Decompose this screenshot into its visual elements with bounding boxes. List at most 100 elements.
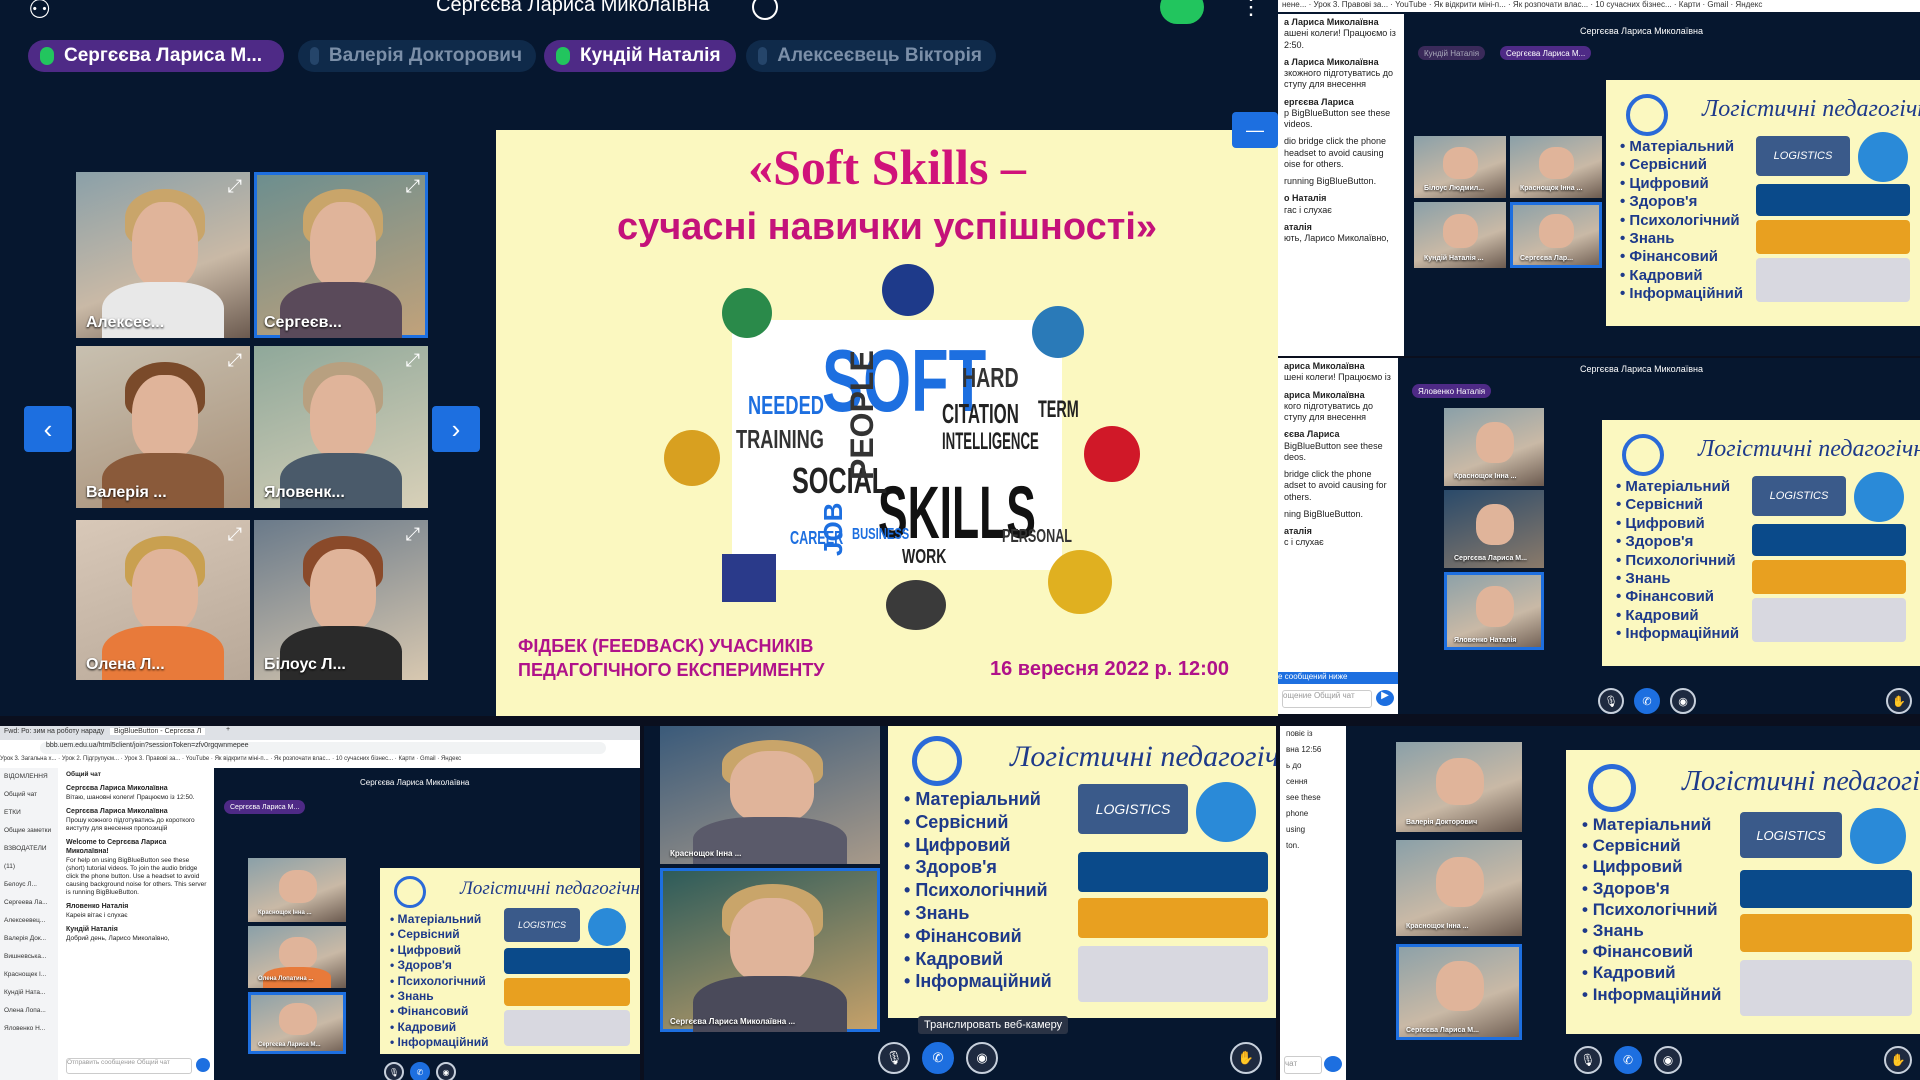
chat-message: а Лариса Миколаївна ашені колеги! Працюєм… [1284,17,1396,50]
video-tile[interactable]: ⤢ Сергеєв... [254,172,428,338]
raise-hand-button[interactable]: ✋ [1230,1042,1262,1074]
chat-message: ning BigBlueButton. [1284,508,1364,519]
chat-header: Общий чат [66,771,101,778]
chat-panel: а Лариса Миколаївна ашені колеги! Працюєм… [1278,14,1404,356]
new-messages-bar[interactable]: е сообщений ниже [1278,672,1398,684]
panel-title: Сергєєва Лариса Миколаївна [1580,364,1703,374]
gear-image [1850,808,1906,864]
video-tile[interactable]: Кундій Наталія ... [1414,202,1506,268]
logo-badge [722,554,776,602]
fullscreen-icon[interactable]: ⤢ [228,524,242,545]
leave-audio-button[interactable]: ✆ [1634,688,1660,714]
laptop-image [1078,946,1268,1002]
screenshot-panel-top-right: а Лариса Миколаївна ашені колеги! Працюєм… [1278,0,1920,356]
video-tile[interactable]: Яловенко Наталія [1444,572,1544,650]
talker-pill: Кундій Наталія [1418,46,1486,60]
video-tile[interactable]: Білоус Людмил... [1414,136,1506,198]
chat-message: Кундій Наталія Добрий день, Ларисо Микола… [66,926,170,942]
participant-name: Олена Л... [86,656,165,673]
webcam-button[interactable]: ◉ [1654,1046,1682,1074]
logo-icon [912,736,962,786]
leave-audio-button[interactable]: ✆ [410,1062,430,1080]
people-image [1740,914,1912,952]
talker-pill: Сергєєва Лариса М... [224,800,306,814]
participant-name: Білоус Л... [264,656,346,673]
chat-message: ергєєва Лариса р BigBlueButton see these … [1284,96,1391,130]
video-tile[interactable]: ⤢ Олена Л... [76,520,250,680]
options-icon[interactable]: ⋮ [1240,0,1262,20]
video-tile[interactable]: ⤢ Яловенк... [254,346,428,508]
next-page-button[interactable]: › [432,406,480,452]
panel-title: Сергєєва Лариса Миколаївна [360,778,470,787]
video-tile[interactable]: Краснощок Інна ... [1510,136,1602,198]
fullscreen-icon[interactable]: ⤢ [228,350,242,371]
slide-title-line2: сучасні навички успішності» [616,206,1158,248]
video-tile[interactable]: Краснощок Інна ... [248,858,346,922]
chat-input[interactable]: ощение Общий чат [1282,690,1372,708]
logistics-slide: Логістичні педагогічні потоки Матеріальн… [1566,750,1920,1034]
mute-button[interactable]: 🎙 [878,1042,910,1074]
send-button[interactable] [196,1058,210,1072]
video-tile[interactable]: Сергєєва Лариса М... [1396,944,1522,1040]
video-tile[interactable]: Краснощок Інна ... [1396,840,1522,936]
logo-badge [664,430,720,486]
presentation-slide: «Soft Skills – сучасні навички успішност… [496,130,1278,716]
connection-status-icon[interactable] [1160,0,1204,24]
word-cloud: SOFT SKILLS SOCIAL TRAINING NEEDED HARD … [732,320,1079,570]
mute-button[interactable]: 🎙 [1574,1046,1602,1074]
send-button[interactable] [1324,1056,1342,1072]
fullscreen-icon[interactable]: ⤢ [406,524,420,545]
logo-badge [882,264,934,316]
webcam-button[interactable]: ◉ [966,1042,998,1074]
chat-message: ариса Миколаївна шені колеги! Працюємо із [1284,361,1391,383]
logo-icon [1626,94,1668,136]
raise-hand-button[interactable]: ✋ [1884,1046,1912,1074]
leave-audio-button[interactable]: ✆ [922,1042,954,1074]
fullscreen-icon[interactable]: ⤢ [406,350,420,371]
video-tile[interactable]: Сергєєва Лариса М... [1444,490,1544,568]
video-tile[interactable]: ⤢ Білоус Л... [254,520,428,680]
laptop-image [1752,598,1906,642]
leave-audio-button[interactable]: ✆ [1614,1046,1642,1074]
video-tile[interactable]: Сергєєва Лар... [1510,202,1602,268]
new-tab-button[interactable]: + [226,726,230,733]
panel-title: Сергєєва Лариса Миколаївна [1580,26,1703,36]
logistics-banner: LOGISTICS [1756,136,1850,176]
video-tile[interactable]: Сергєєва Лариса Миколаївна ... [660,868,880,1032]
webcam-button[interactable]: ◉ [1670,688,1696,714]
chat-message: ариса Миколаївна кого підготуватись до ст… [1284,389,1373,423]
chat-message: о Наталія гас і слухає [1284,193,1332,215]
browser-tab[interactable]: BigBlueButton - Сергєєва Л [110,728,206,735]
logistics-banner: LOGISTICS [504,908,580,942]
video-tile[interactable]: Валерія Докторович [1396,742,1522,832]
fullscreen-icon[interactable]: ⤢ [228,176,242,197]
video-tile[interactable]: Сергєєва Лариса М... [248,992,346,1054]
chat-input[interactable]: чат [1284,1056,1322,1074]
fullscreen-icon[interactable]: ⤢ [406,176,420,197]
mute-button[interactable]: 🎙 [1598,688,1624,714]
raise-hand-button[interactable]: ✋ [1886,688,1912,714]
chat-input[interactable]: Отправить сообщение Общий чат [66,1058,192,1074]
minimize-presentation-button[interactable]: — [1232,112,1278,148]
mute-button[interactable]: 🎙 [384,1062,404,1080]
bookmarks-bar: Урок 3. Загальна х... · Урок 2. Підгрупу… [0,756,462,762]
people-image [504,978,630,1006]
video-tile[interactable]: Олена Лопатина ... [248,926,346,988]
video-tile[interactable]: Краснощок Інна ... [660,726,880,864]
logo-badge [1048,550,1112,614]
address-bar[interactable]: bbb.uem.edu.ua/html5client/join?sessionT… [40,742,606,754]
logo-icon [1622,434,1664,476]
recording-icon[interactable] [752,0,778,20]
users-toggle-icon[interactable]: ⚇ [28,0,51,25]
video-tile[interactable]: ⤢ Валерія ... [76,346,250,508]
video-tile[interactable]: ⤢ Алексеє... [76,172,250,338]
screenshot-panel-middle-right: ариса Миколаївна шені колеги! Працюємо із… [1278,358,1920,714]
browser-tab[interactable]: Fwd: Ро: зим на роботу нараду [4,728,104,735]
send-button[interactable]: ▶ [1376,690,1394,706]
browser-bookmarks-strip: нене... · Урок 3. Правові за... · YouTub… [1278,0,1920,12]
prev-page-button[interactable]: ‹ [24,406,72,452]
video-tile[interactable]: Краснощок Інна ... [1444,408,1544,486]
laptop-image [1740,960,1912,1016]
people-image [1752,560,1906,594]
webcam-button[interactable]: ◉ [436,1062,456,1080]
